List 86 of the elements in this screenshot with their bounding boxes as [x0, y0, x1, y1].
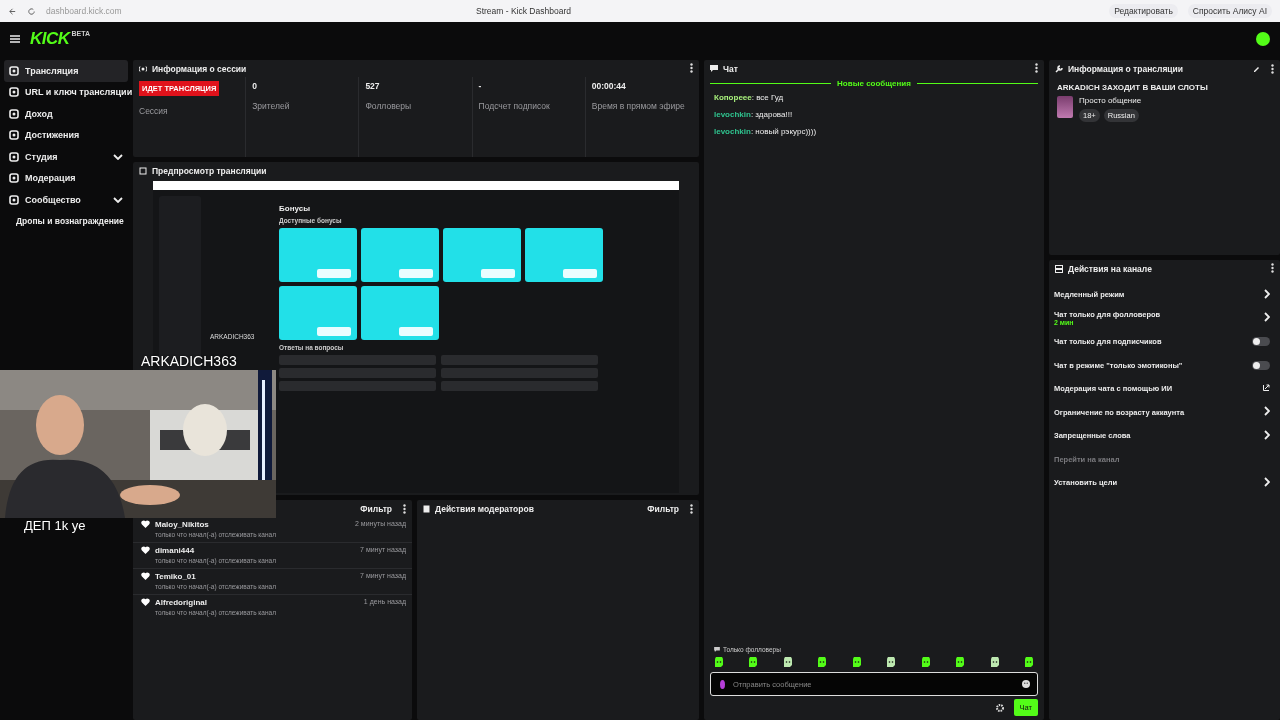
- chevron-right-icon: [1264, 406, 1270, 417]
- emoji-icon[interactable]: [1022, 680, 1030, 688]
- stat-label: Зрителей: [252, 101, 290, 111]
- panel-title: Действия на канале: [1068, 263, 1152, 274]
- more-icon[interactable]: [403, 503, 406, 514]
- settings-icon[interactable]: [995, 703, 1004, 712]
- sidebar-item[interactable]: Модерация: [4, 167, 128, 189]
- more-icon[interactable]: [1271, 63, 1274, 74]
- sidebar-item[interactable]: Студия: [4, 146, 128, 168]
- emote-icon[interactable]: [851, 657, 862, 668]
- stat-value: -: [478, 81, 482, 91]
- overlay-text: ARKADICH363: [141, 353, 237, 369]
- emote-icon[interactable]: [955, 657, 966, 668]
- follower-name[interactable]: Maloy_Nikitos: [155, 520, 355, 529]
- heart-icon: [141, 598, 150, 606]
- emote-icon[interactable]: [989, 657, 1000, 668]
- chat-message: levochkin: здарова!!!: [713, 109, 794, 121]
- panel-title: Информация о трансляции: [1068, 63, 1184, 74]
- follower-name[interactable]: Temiko_01: [155, 572, 361, 581]
- panel-title: Информация о сессии: [152, 63, 247, 74]
- chevron-right-icon: [1264, 476, 1270, 487]
- chevron-right-icon: [1264, 288, 1270, 299]
- microphone-icon: [720, 679, 725, 689]
- panel-title: Действия модераторов: [435, 503, 534, 514]
- more-icon[interactable]: [1035, 62, 1038, 73]
- stat-value: 527: [365, 81, 380, 91]
- chevron-down-icon: [113, 153, 123, 160]
- chat-icon: [714, 647, 720, 652]
- list-icon: [1055, 264, 1063, 273]
- menu-icon[interactable]: [10, 34, 20, 43]
- toggle-switch[interactable]: [1252, 337, 1270, 347]
- browser-action-button[interactable]: Редактировать: [1109, 4, 1178, 18]
- tab-title: Stream - Kick Dashboard: [476, 6, 572, 16]
- emote-icon[interactable]: [714, 657, 724, 668]
- page-title: Бонусы: [279, 204, 311, 213]
- stat-value: 00:00:44: [591, 81, 626, 91]
- sidebar-item[interactable]: Трансляция: [4, 60, 128, 82]
- stat-label: Время в прямом эфире: [591, 101, 685, 111]
- heart-icon: [141, 572, 150, 580]
- filter-button[interactable]: Фильтр: [360, 503, 392, 514]
- sidebar-item[interactable]: Доход: [4, 103, 128, 125]
- chat-message: levochkin: новый рэкурс)))): [713, 126, 818, 138]
- emote-icon[interactable]: [886, 657, 897, 668]
- new-messages-divider: Новые сообщения: [837, 79, 911, 88]
- emote-icon[interactable]: [782, 657, 793, 668]
- category-name[interactable]: Просто общение: [1079, 96, 1142, 105]
- external-link-icon: [1263, 384, 1270, 392]
- panel-title: Чат: [723, 63, 738, 74]
- stat-label: Подсчет подписок: [478, 101, 550, 111]
- follower-name[interactable]: Alfredoriginal: [155, 598, 364, 607]
- heart-icon: [141, 520, 150, 528]
- pencil-icon[interactable]: [1253, 64, 1260, 72]
- avatar[interactable]: [1256, 31, 1270, 46]
- follower-name[interactable]: dimani444: [155, 546, 361, 555]
- emote-icon[interactable]: [817, 657, 828, 668]
- category-thumbnail: [1057, 96, 1073, 118]
- sidebar-item[interactable]: Достижения: [4, 124, 128, 146]
- reload-icon[interactable]: [27, 6, 36, 16]
- stat-label: Фолловеры: [365, 101, 412, 111]
- sidebar-item[interactable]: Сообщество: [4, 189, 128, 211]
- toggle-switch[interactable]: [1252, 360, 1270, 370]
- sidebar-item[interactable]: Дропы и вознаграждение: [4, 210, 128, 232]
- chat-message: Копореее: все Гуд: [713, 92, 785, 104]
- heart-icon: [141, 546, 150, 554]
- stat-label: Сессия: [139, 106, 168, 116]
- back-icon[interactable]: [8, 6, 17, 16]
- chevron-right-icon: [1264, 312, 1270, 323]
- emote-icon[interactable]: [1023, 657, 1034, 668]
- browser-action-button[interactable]: Спросить Алису AI: [1187, 4, 1272, 18]
- more-icon[interactable]: [1271, 262, 1274, 273]
- document-icon: [423, 504, 430, 513]
- logo[interactable]: KICK: [30, 28, 70, 49]
- stat-value: 0: [252, 81, 257, 91]
- chevron-right-icon: [1264, 429, 1270, 440]
- wrench-icon: [9, 173, 19, 184]
- stream-title: ARKADICH ЗАХОДИТ В ВАШИ СЛОТЫ: [1056, 82, 1209, 94]
- chevron-down-icon: [113, 196, 123, 203]
- filter-button[interactable]: Фильтр: [647, 503, 679, 514]
- overlay-text: ДЕП 1k уе: [24, 518, 86, 533]
- more-icon[interactable]: [690, 62, 693, 73]
- emote-icon[interactable]: [748, 657, 759, 668]
- emote-icon[interactable]: [920, 657, 931, 668]
- panel-title: Предпросмотр трансляции: [152, 165, 267, 176]
- more-icon[interactable]: [690, 503, 693, 514]
- wrench-icon: [1055, 64, 1063, 73]
- chat-icon: [710, 65, 718, 72]
